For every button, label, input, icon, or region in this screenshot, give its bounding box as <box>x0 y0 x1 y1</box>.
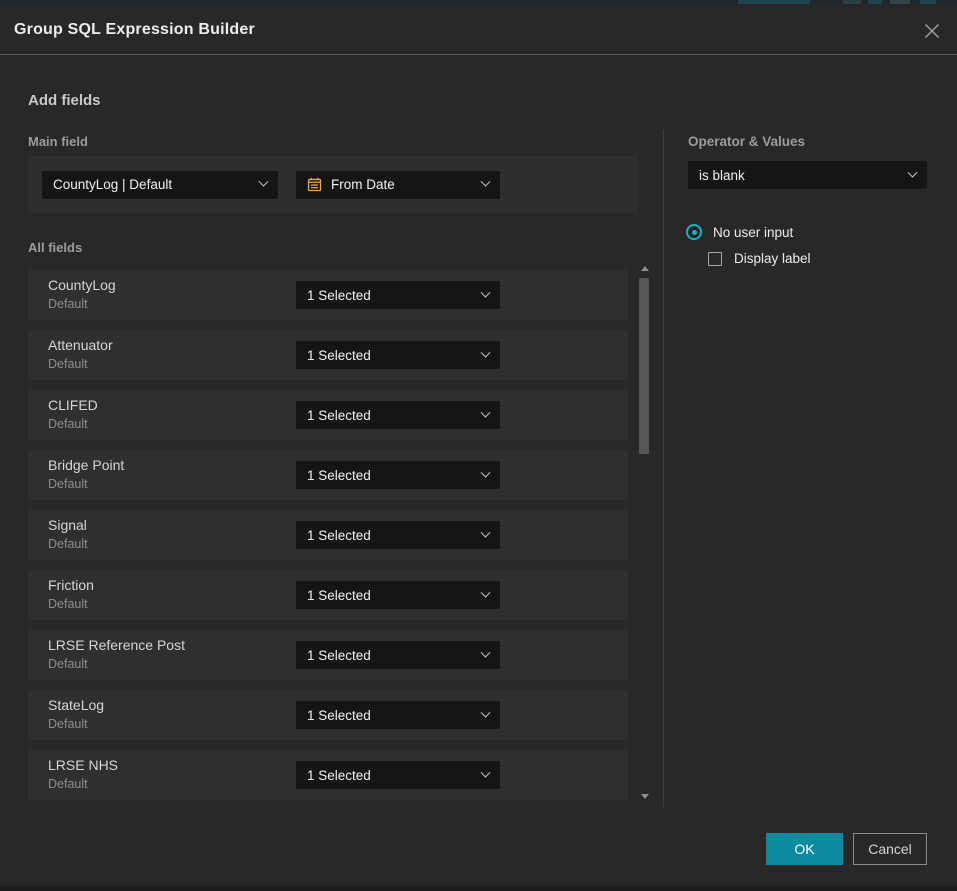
field-selection-dropdown[interactable]: 1 Selected <box>296 581 500 609</box>
field-row-friction[interactable]: Friction Default 1 Selected <box>28 570 628 620</box>
field-name: StateLog <box>48 697 104 713</box>
field-row-attenuator[interactable]: Attenuator Default 1 Selected <box>28 330 628 380</box>
field-sublabel: Default <box>48 477 88 491</box>
field-name: Friction <box>48 577 94 593</box>
main-field-source-value: CountyLog | Default <box>53 177 172 192</box>
background-app-fragment <box>890 0 910 4</box>
scroll-up-arrow-icon[interactable] <box>641 266 649 271</box>
field-sublabel: Default <box>48 417 88 431</box>
operator-dropdown[interactable]: is blank <box>688 161 927 189</box>
scrollbar-thumb[interactable] <box>639 278 649 454</box>
field-name: LRSE NHS <box>48 757 118 773</box>
no-user-input-radio-option[interactable]: No user input <box>686 224 793 240</box>
checkbox-unchecked-icon[interactable] <box>708 252 722 266</box>
background-app-fragment <box>843 0 861 4</box>
close-button[interactable] <box>919 18 945 44</box>
main-field-panel: CountyLog | Default From Date <box>28 156 638 213</box>
field-selection-dropdown[interactable]: 1 Selected <box>296 641 500 669</box>
main-field-field-value: From Date <box>331 177 395 192</box>
cancel-button[interactable]: Cancel <box>853 833 927 865</box>
chevron-down-icon <box>481 527 491 537</box>
field-selection-dropdown[interactable]: 1 Selected <box>296 701 500 729</box>
field-selection-value: 1 Selected <box>307 348 371 363</box>
chevron-down-icon <box>481 707 491 717</box>
chevron-down-icon <box>481 467 491 477</box>
field-sublabel: Default <box>48 597 88 611</box>
field-row-signal[interactable]: Signal Default 1 Selected <box>28 510 628 560</box>
add-fields-heading: Add fields <box>28 92 101 109</box>
main-field-label: Main field <box>28 134 88 149</box>
field-sublabel: Default <box>48 357 88 371</box>
chevron-down-icon <box>481 407 491 417</box>
dialog-title: Group SQL Expression Builder <box>14 21 255 39</box>
field-sublabel: Default <box>48 777 88 791</box>
operator-values-heading: Operator & Values <box>688 134 805 149</box>
field-selection-dropdown[interactable]: 1 Selected <box>296 401 500 429</box>
chevron-down-icon <box>481 647 491 657</box>
radio-selected-icon[interactable] <box>686 224 702 240</box>
all-fields-scrollbar[interactable] <box>637 261 652 803</box>
chevron-down-icon <box>481 767 491 777</box>
scroll-down-arrow-icon[interactable] <box>641 794 649 799</box>
chevron-down-icon <box>481 177 491 187</box>
field-selection-value: 1 Selected <box>307 408 371 423</box>
field-row-lrse-reference-post[interactable]: LRSE Reference Post Default 1 Selected <box>28 630 628 680</box>
panel-divider <box>663 130 664 807</box>
chevron-down-icon <box>481 287 491 297</box>
field-selection-value: 1 Selected <box>307 468 371 483</box>
background-app-fragment <box>920 0 936 4</box>
field-selection-value: 1 Selected <box>307 708 371 723</box>
field-name: Signal <box>48 517 87 533</box>
display-label-checkbox-option[interactable]: Display label <box>708 251 811 266</box>
all-fields-label: All fields <box>28 240 82 255</box>
background-app-fragment <box>738 0 810 4</box>
field-row-clifed[interactable]: CLIFED Default 1 Selected <box>28 390 628 440</box>
field-sublabel: Default <box>48 657 88 671</box>
field-selection-value: 1 Selected <box>307 528 371 543</box>
field-name: CLIFED <box>48 397 98 413</box>
main-field-source-dropdown[interactable]: CountyLog | Default <box>42 171 278 199</box>
chevron-down-icon <box>481 587 491 597</box>
field-selection-dropdown[interactable]: 1 Selected <box>296 761 500 789</box>
field-selection-value: 1 Selected <box>307 648 371 663</box>
field-selection-value: 1 Selected <box>307 288 371 303</box>
close-icon <box>922 21 942 41</box>
checkbox-label: Display label <box>734 251 811 266</box>
dialog-header: Group SQL Expression Builder <box>0 5 957 55</box>
field-row-countylog[interactable]: CountyLog Default 1 Selected <box>28 270 628 320</box>
field-selection-dropdown[interactable]: 1 Selected <box>296 281 500 309</box>
field-row-bridge-point[interactable]: Bridge Point Default 1 Selected <box>28 450 628 500</box>
field-name: Bridge Point <box>48 457 124 473</box>
group-sql-expression-builder-dialog: Group SQL Expression Builder Add fields … <box>0 5 957 886</box>
field-selection-dropdown[interactable]: 1 Selected <box>296 461 500 489</box>
field-sublabel: Default <box>48 537 88 551</box>
field-selection-value: 1 Selected <box>307 588 371 603</box>
chevron-down-icon <box>481 347 491 357</box>
field-sublabel: Default <box>48 297 88 311</box>
chevron-down-icon <box>259 177 269 187</box>
field-selection-value: 1 Selected <box>307 768 371 783</box>
main-field-field-dropdown[interactable]: From Date <box>296 171 500 199</box>
radio-label: No user input <box>713 225 793 240</box>
field-row-statelog[interactable]: StateLog Default 1 Selected <box>28 690 628 740</box>
operator-value: is blank <box>699 168 745 183</box>
all-fields-list: CountyLog Default 1 Selected Attenuator … <box>28 270 628 810</box>
field-selection-dropdown[interactable]: 1 Selected <box>296 341 500 369</box>
field-name: LRSE Reference Post <box>48 637 185 653</box>
chevron-down-icon <box>908 167 918 177</box>
background-app-strip-bottom <box>0 886 957 891</box>
field-row-lrse-nhs[interactable]: LRSE NHS Default 1 Selected <box>28 750 628 800</box>
ok-button[interactable]: OK <box>766 833 843 865</box>
field-selection-dropdown[interactable]: 1 Selected <box>296 521 500 549</box>
background-app-fragment <box>868 0 882 4</box>
field-name: CountyLog <box>48 277 116 293</box>
field-name: Attenuator <box>48 337 113 353</box>
calendar-date-icon <box>307 177 322 192</box>
field-sublabel: Default <box>48 717 88 731</box>
